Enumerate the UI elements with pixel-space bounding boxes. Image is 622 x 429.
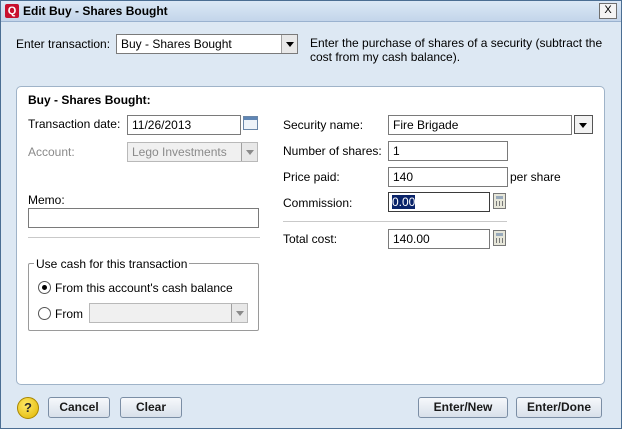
total-cost-value: 140.00 <box>393 232 430 246</box>
commission-field[interactable]: 0.00 <box>388 192 490 212</box>
cancel-button[interactable]: Cancel <box>48 397 110 418</box>
enter-transaction-label: Enter transaction: <box>16 37 111 51</box>
close-button[interactable]: X <box>599 3 617 19</box>
security-dropdown-button[interactable] <box>574 115 593 134</box>
transaction-date-label: Transaction date: <box>28 117 121 131</box>
window-title: Edit Buy - Shares Bought <box>23 4 168 18</box>
transaction-type-dropdown[interactable]: Buy - Shares Bought <box>116 34 298 54</box>
radio-this-account-label: From this account's cash balance <box>55 281 233 295</box>
number-of-shares-label: Number of shares: <box>283 144 382 158</box>
transaction-date-value: 11/26/2013 <box>132 118 192 132</box>
calendar-icon[interactable] <box>243 116 258 130</box>
cash-group-title: Use cash for this transaction <box>34 257 190 271</box>
chevron-down-icon <box>241 143 257 161</box>
price-paid-field[interactable]: 140 <box>388 167 508 187</box>
chevron-down-icon[interactable] <box>575 116 592 133</box>
radio-from-label: From <box>55 307 83 321</box>
memo-field[interactable] <box>28 208 259 228</box>
radio-this-account-cash[interactable] <box>38 281 51 294</box>
chevron-down-icon[interactable] <box>281 35 297 53</box>
chevron-down-icon <box>231 304 247 322</box>
enter-new-button[interactable]: Enter/New <box>418 397 508 418</box>
total-cost-label: Total cost: <box>283 232 338 246</box>
security-name-label: Security name: <box>283 118 364 132</box>
help-button[interactable]: ? <box>17 397 39 419</box>
account-dropdown: Lego Investments <box>127 142 258 162</box>
commission-value: 0.00 <box>392 195 416 209</box>
from-account-dropdown <box>89 303 248 323</box>
security-name-value: Fire Brigade <box>393 118 459 132</box>
radio-from-account[interactable] <box>38 307 51 320</box>
calculator-icon[interactable] <box>493 230 506 246</box>
clear-button[interactable]: Clear <box>120 397 182 418</box>
divider <box>283 221 507 222</box>
security-name-field[interactable]: Fire Brigade <box>388 115 572 135</box>
calculator-icon[interactable] <box>493 193 506 209</box>
transaction-type-value: Buy - Shares Bought <box>121 37 232 51</box>
enter-done-button[interactable]: Enter/Done <box>516 397 602 418</box>
number-of-shares-value: 1 <box>393 144 400 158</box>
transaction-description: Enter the purchase of shares of a securi… <box>310 36 603 64</box>
commission-label: Commission: <box>283 196 353 210</box>
transaction-date-field[interactable]: 11/26/2013 <box>127 115 241 135</box>
divider <box>28 237 260 238</box>
per-share-label: per share <box>510 170 561 184</box>
account-value: Lego Investments <box>132 145 227 159</box>
memo-label: Memo: <box>28 193 65 207</box>
section-title: Buy - Shares Bought: <box>28 93 151 107</box>
number-of-shares-field[interactable]: 1 <box>388 141 508 161</box>
price-paid-value: 140 <box>393 170 414 184</box>
account-label: Account: <box>28 145 75 159</box>
title-bar: Q Edit Buy - Shares Bought X <box>1 1 621 22</box>
price-paid-label: Price paid: <box>283 170 340 184</box>
total-cost-field[interactable]: 140.00 <box>388 229 490 249</box>
quicken-logo-icon: Q <box>5 4 19 18</box>
